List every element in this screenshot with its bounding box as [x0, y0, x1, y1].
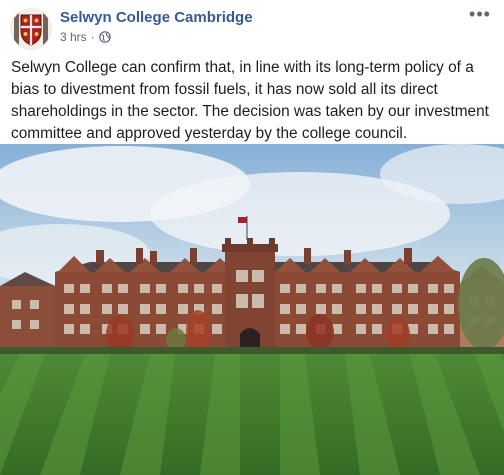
post-meta: 3 hrs · [60, 30, 111, 44]
post-header: Selwyn College Cambridge 3 hrs · ••• [0, 0, 504, 52]
college-crest-icon [11, 9, 51, 49]
facebook-post: Selwyn College Cambridge 3 hrs · ••• Sel… [0, 0, 504, 475]
page-avatar[interactable] [11, 9, 51, 49]
ellipsis-icon[interactable]: ••• [466, 4, 494, 24]
college-building-photo [0, 144, 504, 475]
post-timestamp[interactable]: 3 hrs [60, 30, 87, 44]
meta-separator: · [90, 30, 95, 44]
page-name-link[interactable]: Selwyn College Cambridge [60, 9, 253, 26]
post-body-text: Selwyn College can confirm that, in line… [11, 59, 489, 142]
globe-icon[interactable] [98, 31, 111, 43]
post-photo[interactable] [0, 144, 504, 475]
